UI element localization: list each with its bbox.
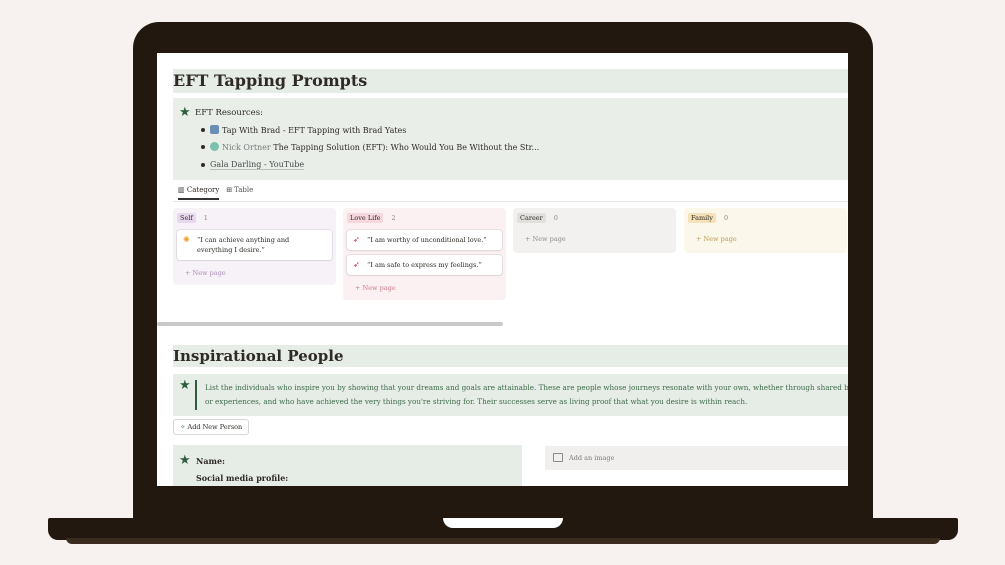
callout-text: List the individuals who inspire you by … [205,381,848,409]
new-page-label: New page [192,269,226,277]
column-tag: Family [688,213,716,223]
star-icon: ★ [179,378,191,393]
new-page-label: New page [703,235,737,243]
link-text: Gala Darling - YouTube [210,160,305,170]
image-icon [553,453,563,462]
tab-divider [173,201,848,202]
card[interactable]: ➶ “I am safe to express my feelings.” [347,255,502,275]
link-text: Tap With Brad - EFT Tapping with Brad Ya… [222,126,407,135]
link-prefix: Nick Ortner [222,143,271,152]
board-column-self: Self 1 ✺ “I can achieve anything and ever… [173,208,336,285]
person-icon: ✧ [180,423,186,431]
add-new-person-button[interactable]: ✧ Add New Person [173,419,250,435]
card-title: “I can achieve anything and everything I… [197,236,290,254]
column-count: 0 [723,214,729,222]
sun-icon: ✺ [183,235,190,244]
card-title: “I am safe to express my feelings.” [367,261,482,269]
new-page-button[interactable]: + New page [688,230,843,248]
column-tag: Career [517,213,546,223]
column-count: 1 [203,214,208,222]
callout-line: or experiences, and who have achieved th… [205,397,748,406]
card[interactable]: ➶ “I am worthy of unconditional love.” [347,230,502,250]
column-count: 2 [391,214,396,222]
star-icon: ★ [179,453,191,468]
social-media-label: Social media profile: [196,473,289,483]
new-page-button[interactable]: + New page [347,279,502,297]
board-column-family: Family 0 + New page [684,208,847,253]
link-favicon-icon [210,142,219,151]
new-page-button[interactable]: + New page [517,230,672,248]
new-page-button[interactable]: + New page [177,264,332,282]
add-image-button[interactable]: Add an image [545,446,848,470]
heart-arrow-icon: ➶ [353,260,360,269]
resource-link-brad[interactable]: Tap With Brad - EFT Tapping with Brad Ya… [200,125,407,135]
board-column-career: Career 0 + New page [513,208,676,253]
new-page-label: New page [362,284,396,292]
tab-table[interactable]: ⊞ Table [226,186,253,198]
table-icon: ⊞ [226,186,232,194]
quote-bar [195,380,197,410]
laptop-base-shadow [66,538,940,544]
card[interactable]: ✺ “I can achieve anything and everything… [177,230,332,260]
eft-title: EFT Tapping Prompts [173,71,368,90]
link-text: The Tapping Solution (EFT): Who Would Yo… [273,143,540,152]
notion-page: EFT Tapping Prompts ★ EFT Resources: Tap… [157,53,848,486]
card-title: “I am worthy of unconditional love.” [367,236,487,244]
resource-link-gala[interactable]: Gala Darling - YouTube [200,160,305,170]
column-count: 0 [553,214,558,222]
callout-line: List the individuals who inspire you by … [205,383,848,392]
resource-link-tapping-solution[interactable]: Nick Ortner The Tapping Solution (EFT): … [200,142,540,152]
board-column-love-life: Love Life 2 ➶ “I am worthy of uncondition… [343,208,506,300]
people-title: Inspirational People [173,347,344,365]
avatar-icon [210,125,219,134]
resources-title: EFT Resources: [195,108,263,118]
tab-label: Table [234,186,254,194]
column-tag: Love Life [347,213,384,223]
horizontal-scrollbar[interactable] [157,322,503,326]
board-icon: ▥ [178,186,185,194]
tab-category[interactable]: ▥ Category [178,186,220,200]
name-label: Name: [196,456,226,466]
column-tag: Self [177,213,196,223]
add-image-label: Add an image [569,454,615,462]
star-icon: ★ [179,105,191,120]
tab-label: Category [186,186,220,194]
button-label: Add New Person [187,423,243,431]
laptop-notch [443,518,563,528]
new-page-label: New page [532,235,566,243]
heart-arrow-icon: ➶ [353,235,360,244]
